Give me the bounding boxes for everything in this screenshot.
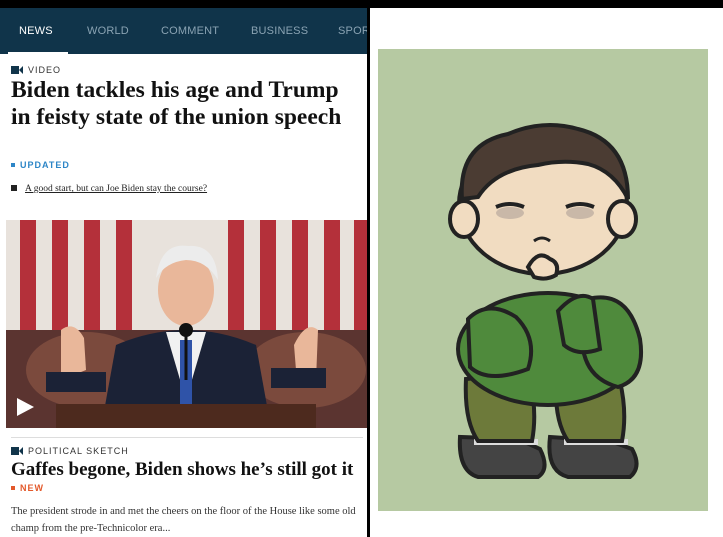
play-icon[interactable] — [14, 396, 36, 418]
lead-headline[interactable]: Biden tackles his age and Trump in feist… — [11, 77, 361, 130]
video-icon — [11, 447, 23, 455]
kicker-label: VIDEO — [28, 65, 62, 75]
story-kicker: VIDEO — [11, 65, 61, 75]
divider-rule — [11, 437, 363, 438]
thinking-character-illustration — [448, 123, 643, 479]
tab-news[interactable]: NEWS — [19, 8, 53, 54]
illustration-background — [378, 49, 708, 511]
new-label: NEW — [20, 483, 44, 493]
section-nav-bar: NEWS WORLD COMMENT BUSINESS SPOR — [0, 8, 367, 54]
tab-world[interactable]: WORLD — [87, 8, 129, 54]
story-summary: The president strode in and met the chee… — [11, 506, 356, 534]
new-badge: NEW — [11, 483, 44, 493]
speech-photo — [6, 220, 367, 428]
tab-sport[interactable]: SPOR — [338, 8, 367, 54]
second-headline[interactable]: Gaffes begone, Biden shows he’s still go… — [11, 459, 363, 480]
illustration-panel — [370, 8, 723, 537]
square-bullet-icon — [11, 486, 15, 490]
updated-label: UPDATED — [20, 160, 70, 170]
news-app-screen: NEWS WORLD COMMENT BUSINESS SPOR VIDEO B… — [0, 8, 367, 537]
lead-video-thumbnail[interactable] — [6, 220, 367, 428]
related-story: A good start, but can Joe Biden stay the… — [11, 184, 207, 194]
tab-business[interactable]: BUSINESS — [251, 8, 308, 54]
story2-kicker: POLITICAL SKETCH — [11, 446, 129, 456]
square-bullet-icon — [11, 185, 17, 191]
active-tab-indicator — [8, 52, 68, 54]
updated-badge: UPDATED — [11, 160, 70, 170]
related-story-link[interactable]: A good start, but can Joe Biden stay the… — [25, 184, 207, 194]
top-black-strip — [0, 0, 723, 8]
kicker-label: POLITICAL SKETCH — [28, 446, 129, 456]
square-bullet-icon — [11, 163, 15, 167]
video-icon — [11, 66, 23, 74]
tab-comment[interactable]: COMMENT — [161, 8, 219, 54]
